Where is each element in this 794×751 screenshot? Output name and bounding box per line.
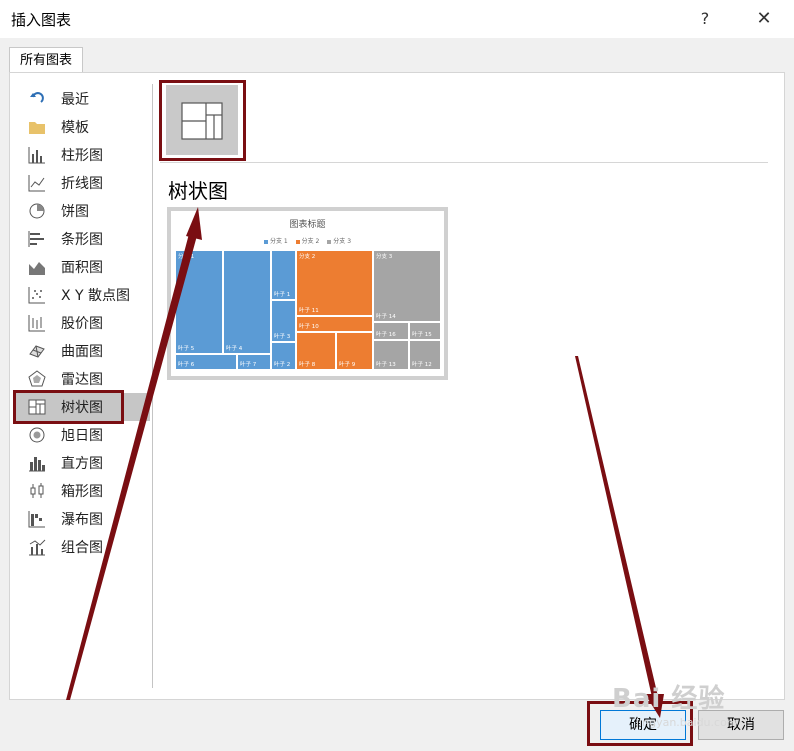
category-label: 雷达图 bbox=[61, 372, 103, 388]
stock-chart-icon bbox=[28, 314, 46, 332]
treemap-tile: 叶子 6 bbox=[175, 354, 237, 370]
recent-icon bbox=[28, 90, 46, 108]
category-item[interactable]: 柱形图 bbox=[14, 141, 150, 169]
category-label: 瀑布图 bbox=[61, 512, 103, 528]
scatter-chart-icon bbox=[28, 286, 46, 304]
category-label: 直方图 bbox=[61, 456, 103, 472]
dialog-title: 插入图表 bbox=[11, 11, 72, 29]
waterfall-icon bbox=[28, 510, 46, 528]
sunburst-icon bbox=[28, 426, 46, 444]
category-item[interactable]: 曲面图 bbox=[14, 337, 150, 365]
watermark-logo: Bai 经验 bbox=[612, 684, 726, 714]
legend-item: 分支 3 bbox=[327, 238, 351, 245]
treemap-tile: 叶子 8 bbox=[296, 332, 336, 370]
treemap-tile: 叶子 10 bbox=[296, 316, 373, 332]
treemap-tile: 叶子 7 bbox=[237, 354, 271, 370]
category-label: 柱形图 bbox=[61, 148, 103, 164]
category-label: 模板 bbox=[61, 120, 89, 136]
treemap-tile: 叶子 4 bbox=[223, 250, 271, 354]
category-label: 组合图 bbox=[61, 540, 103, 556]
chart-preview-canvas: 图表标题 分支 1 分支 2 分支 3 分支 1 叶子 5 叶子 4 叶子 6 叶… bbox=[171, 211, 444, 376]
category-item[interactable]: 最近 bbox=[14, 85, 150, 113]
category-item[interactable]: 股价图 bbox=[14, 309, 150, 337]
close-button[interactable]: ✕ bbox=[744, 4, 784, 34]
category-item[interactable]: 模板 bbox=[14, 113, 150, 141]
box-whisker-icon bbox=[28, 482, 46, 500]
surface-chart-icon bbox=[28, 342, 46, 360]
treemap-tile: 叶子 2 bbox=[271, 342, 296, 370]
category-label: 股价图 bbox=[61, 316, 103, 332]
category-item[interactable]: X Y 散点图 bbox=[14, 281, 150, 309]
category-item[interactable]: 箱形图 bbox=[14, 477, 150, 505]
folder-icon bbox=[28, 118, 46, 136]
preview-chart-title: 图表标题 bbox=[289, 220, 326, 230]
category-label: 曲面图 bbox=[61, 344, 103, 360]
category-label: 最近 bbox=[61, 92, 89, 108]
category-label: 旭日图 bbox=[61, 428, 103, 444]
treemap-tile: 分支 3 叶子 14 bbox=[373, 250, 441, 322]
category-label: 饼图 bbox=[61, 204, 89, 220]
title-bar: 插入图表 ? ✕ bbox=[0, 0, 794, 38]
category-item[interactable]: 饼图 bbox=[14, 197, 150, 225]
treemap-tile: 叶子 1 bbox=[271, 250, 296, 300]
category-item[interactable]: 面积图 bbox=[14, 253, 150, 281]
category-label: X Y 散点图 bbox=[61, 288, 131, 304]
category-label: 面积图 bbox=[61, 260, 103, 276]
treemap-tile: 叶子 15 bbox=[409, 322, 441, 340]
subtype-highlight bbox=[159, 80, 246, 161]
category-item[interactable]: 直方图 bbox=[14, 449, 150, 477]
subtype-separator bbox=[160, 162, 768, 163]
line-chart-icon bbox=[28, 174, 46, 192]
category-item[interactable]: 雷达图 bbox=[14, 365, 150, 393]
help-button[interactable]: ? bbox=[688, 4, 722, 34]
area-chart-icon bbox=[28, 258, 46, 276]
treemap-tile: 分支 2 叶子 11 bbox=[296, 250, 373, 316]
category-item[interactable]: 组合图 bbox=[14, 533, 150, 561]
category-item[interactable]: 条形图 bbox=[14, 225, 150, 253]
category-label: 条形图 bbox=[61, 232, 103, 248]
chart-preview[interactable]: 图表标题 分支 1 分支 2 分支 3 分支 1 叶子 5 叶子 4 叶子 6 叶… bbox=[167, 207, 448, 380]
bar-chart-icon bbox=[28, 230, 46, 248]
preview-legend: 分支 1 分支 2 分支 3 bbox=[171, 236, 444, 245]
legend-item: 分支 1 bbox=[263, 238, 288, 245]
treemap-tile: 叶子 3 bbox=[271, 300, 296, 342]
selected-category-highlight bbox=[13, 390, 124, 424]
watermark-url: jingyan.baidu.com bbox=[636, 716, 738, 729]
pie-chart-icon bbox=[28, 202, 46, 220]
treemap-tile: 叶子 9 bbox=[336, 332, 373, 370]
column-chart-icon bbox=[28, 146, 46, 164]
combo-chart-icon bbox=[28, 538, 46, 556]
treemap-tile: 叶子 16 bbox=[373, 322, 409, 340]
panel-divider bbox=[152, 84, 153, 688]
category-item[interactable]: 瀑布图 bbox=[14, 505, 150, 533]
subtype-title: 树状图 bbox=[168, 179, 228, 203]
treemap-tile: 分支 1 叶子 5 bbox=[175, 250, 223, 354]
legend-item: 分支 2 bbox=[295, 238, 319, 245]
radar-chart-icon bbox=[28, 370, 46, 388]
category-label: 箱形图 bbox=[61, 484, 103, 500]
treemap-tile: 叶子 12 bbox=[409, 340, 441, 370]
histogram-icon bbox=[28, 454, 46, 472]
tab-all-charts[interactable]: 所有图表 bbox=[9, 47, 83, 73]
treemap-tile: 叶子 13 bbox=[373, 340, 409, 370]
category-item[interactable]: 折线图 bbox=[14, 169, 150, 197]
category-label: 折线图 bbox=[61, 176, 103, 192]
category-item[interactable]: 旭日图 bbox=[14, 421, 150, 449]
